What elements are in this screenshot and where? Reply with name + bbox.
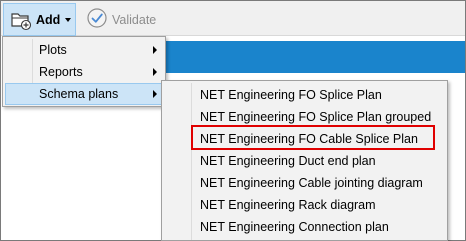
submenu-item-fo-splice-plan[interactable]: NET Engineering FO Splice Plan	[164, 84, 445, 106]
submenu-item-label: NET Engineering FO Splice Plan	[200, 88, 382, 102]
validate-button-label: Validate	[112, 13, 157, 27]
menu-item-reports[interactable]: Reports	[5, 61, 163, 83]
schema-plans-submenu: NET Engineering FO Splice Plan NET Engin…	[161, 80, 448, 241]
menu-item-schema-plans[interactable]: Schema plans	[5, 83, 163, 105]
validate-button[interactable]: Validate	[84, 5, 164, 33]
submenu-item-label: NET Engineering Duct end plan	[200, 154, 376, 168]
submenu-item-label: NET Engineering Cable jointing diagram	[200, 176, 423, 190]
add-dropdown-menu: Plots Reports Schema plans	[2, 36, 166, 107]
menu-item-label: Reports	[39, 65, 83, 79]
submenu-arrow-icon	[153, 46, 157, 54]
selection-bar	[150, 41, 465, 73]
menu-item-plots[interactable]: Plots	[5, 39, 163, 61]
add-button-label: Add	[36, 13, 61, 27]
submenu-item-duct-end-plan[interactable]: NET Engineering Duct end plan	[164, 150, 445, 172]
checkmark-circle-icon	[86, 7, 108, 29]
toolbar: Add Validate	[1, 1, 465, 36]
submenu-item-connection-plan[interactable]: NET Engineering Connection plan	[164, 216, 445, 238]
submenu-arrow-icon	[153, 90, 157, 98]
add-dropdown-button[interactable]: Add	[3, 3, 76, 36]
menu-item-label: Plots	[39, 43, 67, 57]
submenu-item-label: NET Engineering Rack diagram	[200, 198, 376, 212]
menu-item-label: Schema plans	[39, 87, 119, 101]
submenu-item-rack-diagram[interactable]: NET Engineering Rack diagram	[164, 194, 445, 216]
submenu-arrow-icon	[153, 68, 157, 76]
highlight-callout	[191, 125, 435, 150]
chevron-down-icon	[65, 18, 71, 22]
submenu-item-label: NET Engineering FO Splice Plan grouped	[200, 110, 432, 124]
submenu-item-label: NET Engineering Connection plan	[200, 220, 389, 234]
submenu-item-cable-jointing-diagram[interactable]: NET Engineering Cable jointing diagram	[164, 172, 445, 194]
folder-add-icon	[10, 9, 32, 31]
